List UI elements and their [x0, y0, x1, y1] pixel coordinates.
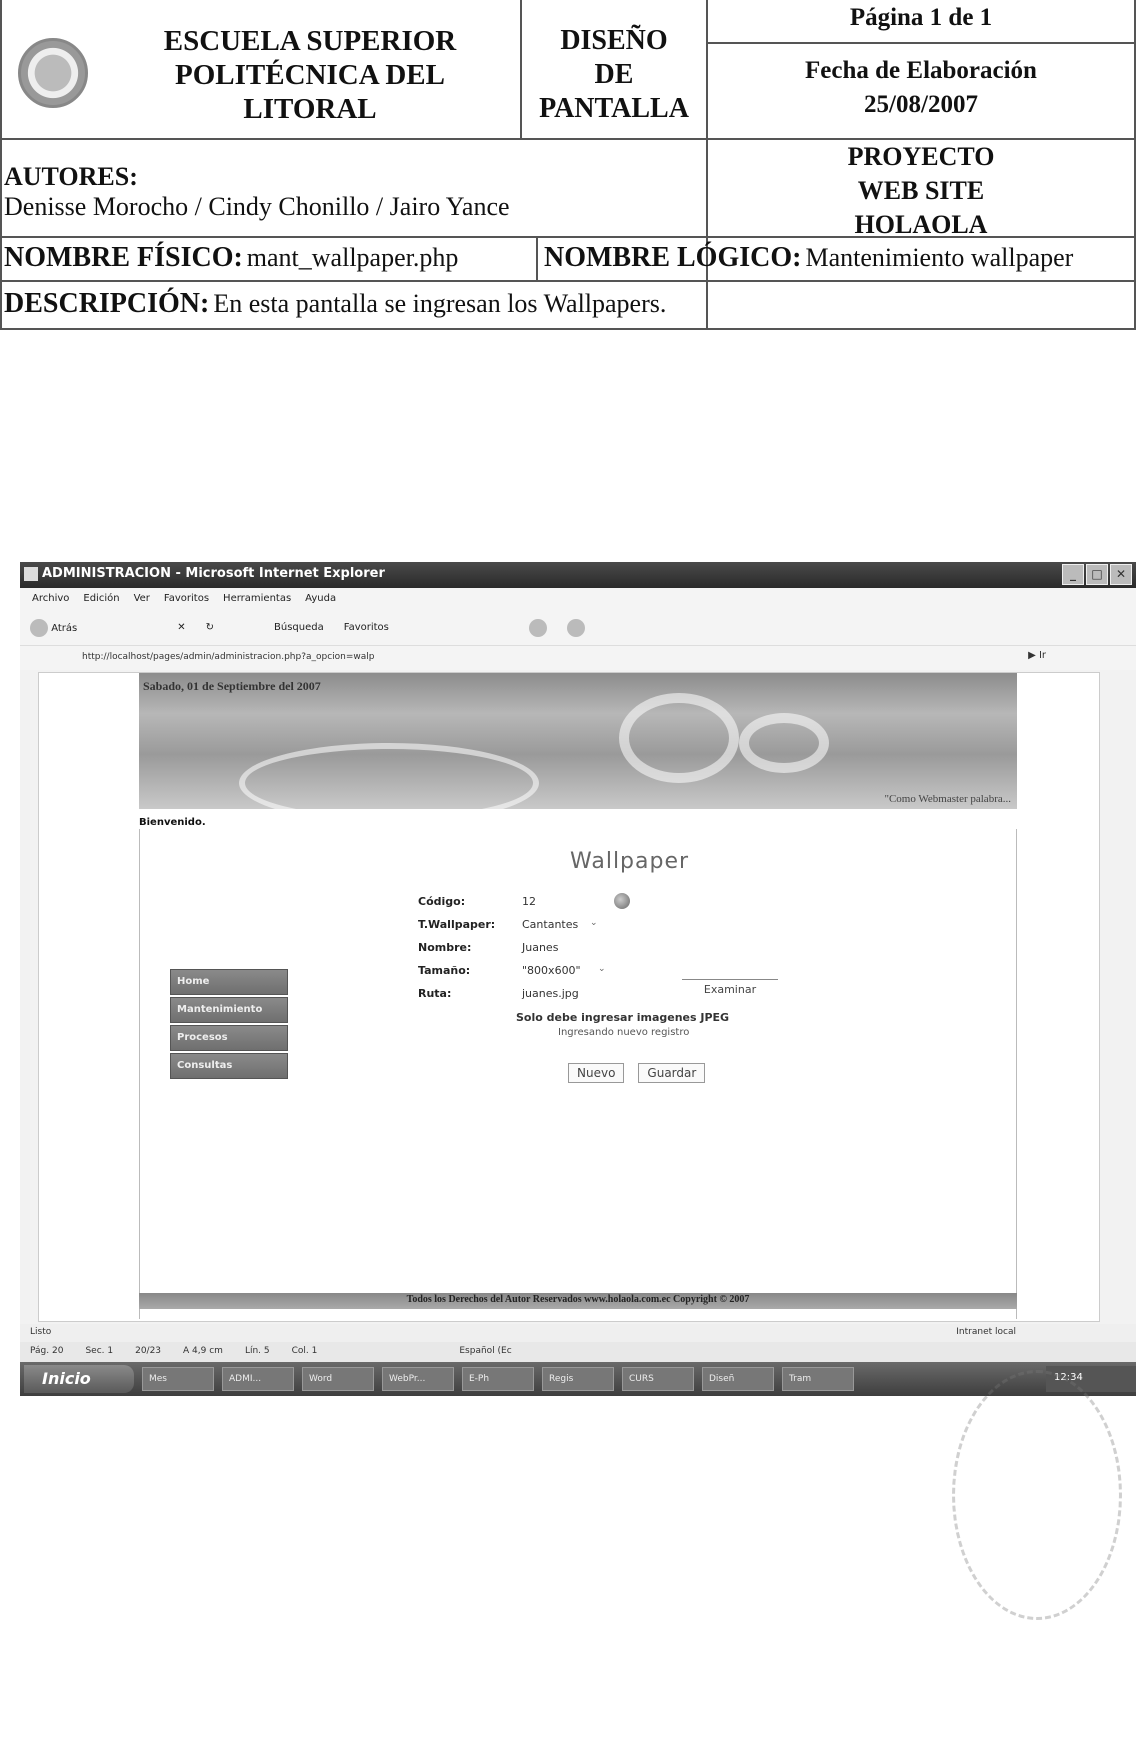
- menu-item-procesos[interactable]: Procesos: [170, 1025, 288, 1051]
- date-value: 25/08/2007: [864, 91, 978, 118]
- save-button[interactable]: Guardar: [638, 1063, 706, 1083]
- jpeg-note: Solo debe ingresar imagenes JPEG: [516, 1011, 730, 1024]
- address-bar[interactable]: http://localhost/pages/admin/administrac…: [20, 646, 1136, 670]
- security-zone: Intranet local: [956, 1327, 1016, 1337]
- menu-item-home[interactable]: Home: [170, 969, 288, 995]
- menu-bar: Archivo Edición Ver Favoritos Herramient…: [20, 588, 1136, 610]
- task-item[interactable]: ADMI...: [222, 1367, 294, 1391]
- close-button[interactable]: ✕: [1110, 564, 1132, 585]
- description: DESCRIPCIÓN: En esta pantalla se ingresa…: [4, 288, 667, 319]
- espol-logo: [18, 38, 88, 108]
- banner-tagline: "Como Webmaster palabra...: [884, 793, 1011, 805]
- chevron-down-icon[interactable]: ⌄: [590, 918, 598, 928]
- chevron-down-icon[interactable]: ⌄: [598, 964, 606, 974]
- authors-label: AUTORES:: [4, 162, 138, 191]
- maximize-button[interactable]: □: [1086, 564, 1108, 585]
- minimize-button[interactable]: _: [1062, 564, 1084, 585]
- menu-herramientas[interactable]: Herramientas: [223, 593, 291, 610]
- banner-date: Sabado, 01 de Septiembre del 2007: [143, 679, 321, 693]
- physical-name: NOMBRE FÍSICO: mant_wallpaper.php: [4, 242, 459, 273]
- browser-toolbar: Atrás ✕ ↻ Búsqueda Favoritos: [20, 610, 1136, 646]
- task-item[interactable]: E-Ph: [462, 1367, 534, 1391]
- date-label: Fecha de Elaboración: [805, 57, 1037, 84]
- task-item[interactable]: Mes: [142, 1367, 214, 1391]
- menu-ver[interactable]: Ver: [134, 593, 150, 610]
- tamano-select[interactable]: "800x600": [522, 964, 581, 977]
- media-icon[interactable]: [528, 618, 547, 637]
- header-row-2: AUTORES: Denisse Morocho / Cindy Chonill…: [0, 140, 1136, 239]
- task-item[interactable]: Diseñ: [702, 1367, 774, 1391]
- browser-screenshot: ADMINISTRACION - Microsoft Internet Expl…: [20, 562, 1136, 1396]
- faded-stamp: [952, 1370, 1122, 1620]
- menu-archivo[interactable]: Archivo: [32, 593, 69, 610]
- menu-item-consultas[interactable]: Consultas: [170, 1053, 288, 1079]
- authors-cell: AUTORES: Denisse Morocho / Cindy Chonill…: [4, 140, 704, 236]
- new-button[interactable]: Nuevo: [568, 1063, 625, 1083]
- site-footer: Todos los Derechos del Autor Reservados …: [139, 1293, 1017, 1309]
- codigo-value: 12: [522, 895, 536, 908]
- address-url[interactable]: http://localhost/pages/admin/administrac…: [82, 652, 375, 662]
- task-item[interactable]: Tram: [782, 1367, 854, 1391]
- ruta-input[interactable]: juanes.jpg: [522, 987, 579, 1000]
- status-message: Ingresando nuevo registro: [558, 1027, 690, 1038]
- project-cell: PROYECTO WEB SITE HOLAOLA: [847, 142, 995, 239]
- ie-icon: [24, 567, 38, 581]
- page-info: Página 1 de 1: [708, 0, 1134, 44]
- form-buttons: Nuevo Guardar: [568, 1063, 706, 1083]
- back-arrow-icon: [30, 618, 48, 637]
- task-item[interactable]: WebPr...: [382, 1367, 454, 1391]
- menu-ayuda[interactable]: Ayuda: [305, 593, 336, 610]
- browser-statusbar: Listo Intranet local: [20, 1324, 1136, 1342]
- page-date-cell: Página 1 de 1 Fecha de Elaboración 25/08…: [708, 0, 1134, 138]
- back-button[interactable]: Atrás: [30, 618, 77, 637]
- window-titlebar: ADMINISTRACION - Microsoft Internet Expl…: [20, 562, 1136, 588]
- task-item[interactable]: Regis: [542, 1367, 614, 1391]
- side-menu: Home Mantenimiento Procesos Consultas: [170, 969, 288, 1081]
- header-row-1: ESCUELA SUPERIOR POLITÉCNICA DEL LITORAL…: [0, 0, 1136, 330]
- menu-item-mantenimiento[interactable]: Mantenimiento: [170, 997, 288, 1023]
- task-item[interactable]: Word: [302, 1367, 374, 1391]
- nombre-input[interactable]: Juanes: [522, 941, 558, 954]
- globe-icon: [614, 893, 630, 909]
- start-button[interactable]: Inicio: [24, 1365, 134, 1393]
- design-title: DISEÑO DE PANTALLA: [539, 25, 689, 124]
- mail-icon[interactable]: [566, 618, 585, 637]
- refresh-icon[interactable]: ↻: [206, 622, 214, 633]
- menu-edicion[interactable]: Edición: [83, 593, 119, 610]
- authors-names: Denisse Morocho / Cindy Chonillo / Jairo…: [4, 192, 510, 221]
- menu-favoritos[interactable]: Favoritos: [164, 593, 209, 610]
- header-row-3: NOMBRE FÍSICO: mant_wallpaper.php NOMBRE…: [0, 238, 1136, 282]
- logical-name: NOMBRE LÓGICO: Mantenimiento wallpaper: [544, 242, 1074, 273]
- content-frame: Wallpaper Home Mantenimiento Procesos Co…: [139, 829, 1017, 1319]
- stop-icon[interactable]: ✕: [177, 622, 185, 633]
- task-item[interactable]: CURS: [622, 1367, 694, 1391]
- examinar-button[interactable]: Examinar: [682, 979, 778, 1001]
- word-statusbar: Pág. 20 Sec. 1 20/23 A 4,9 cm Lín. 5 Col…: [20, 1342, 1136, 1362]
- web-page: Sabado, 01 de Septiembre del 2007 "Como …: [38, 672, 1100, 1322]
- tipo-select[interactable]: Cantantes: [522, 918, 578, 931]
- site-banner: Sabado, 01 de Septiembre del 2007 "Como …: [139, 673, 1017, 809]
- search-button[interactable]: Búsqueda: [274, 622, 324, 633]
- favorites-button[interactable]: Favoritos: [344, 622, 389, 633]
- status-ready: Listo: [30, 1327, 52, 1337]
- page-title: Wallpaper: [570, 849, 690, 874]
- welcome-text: Bienvenido.: [139, 817, 206, 828]
- header-row-4: DESCRIPCIÓN: En esta pantalla se ingresa…: [0, 282, 1136, 330]
- taskbar: Inicio Mes ADMI... Word WebPr... E-Ph Re…: [20, 1362, 1136, 1396]
- go-button[interactable]: ▶ Ir: [1028, 650, 1046, 661]
- school-name: ESCUELA SUPERIOR POLITÉCNICA DEL LITORAL: [163, 25, 457, 125]
